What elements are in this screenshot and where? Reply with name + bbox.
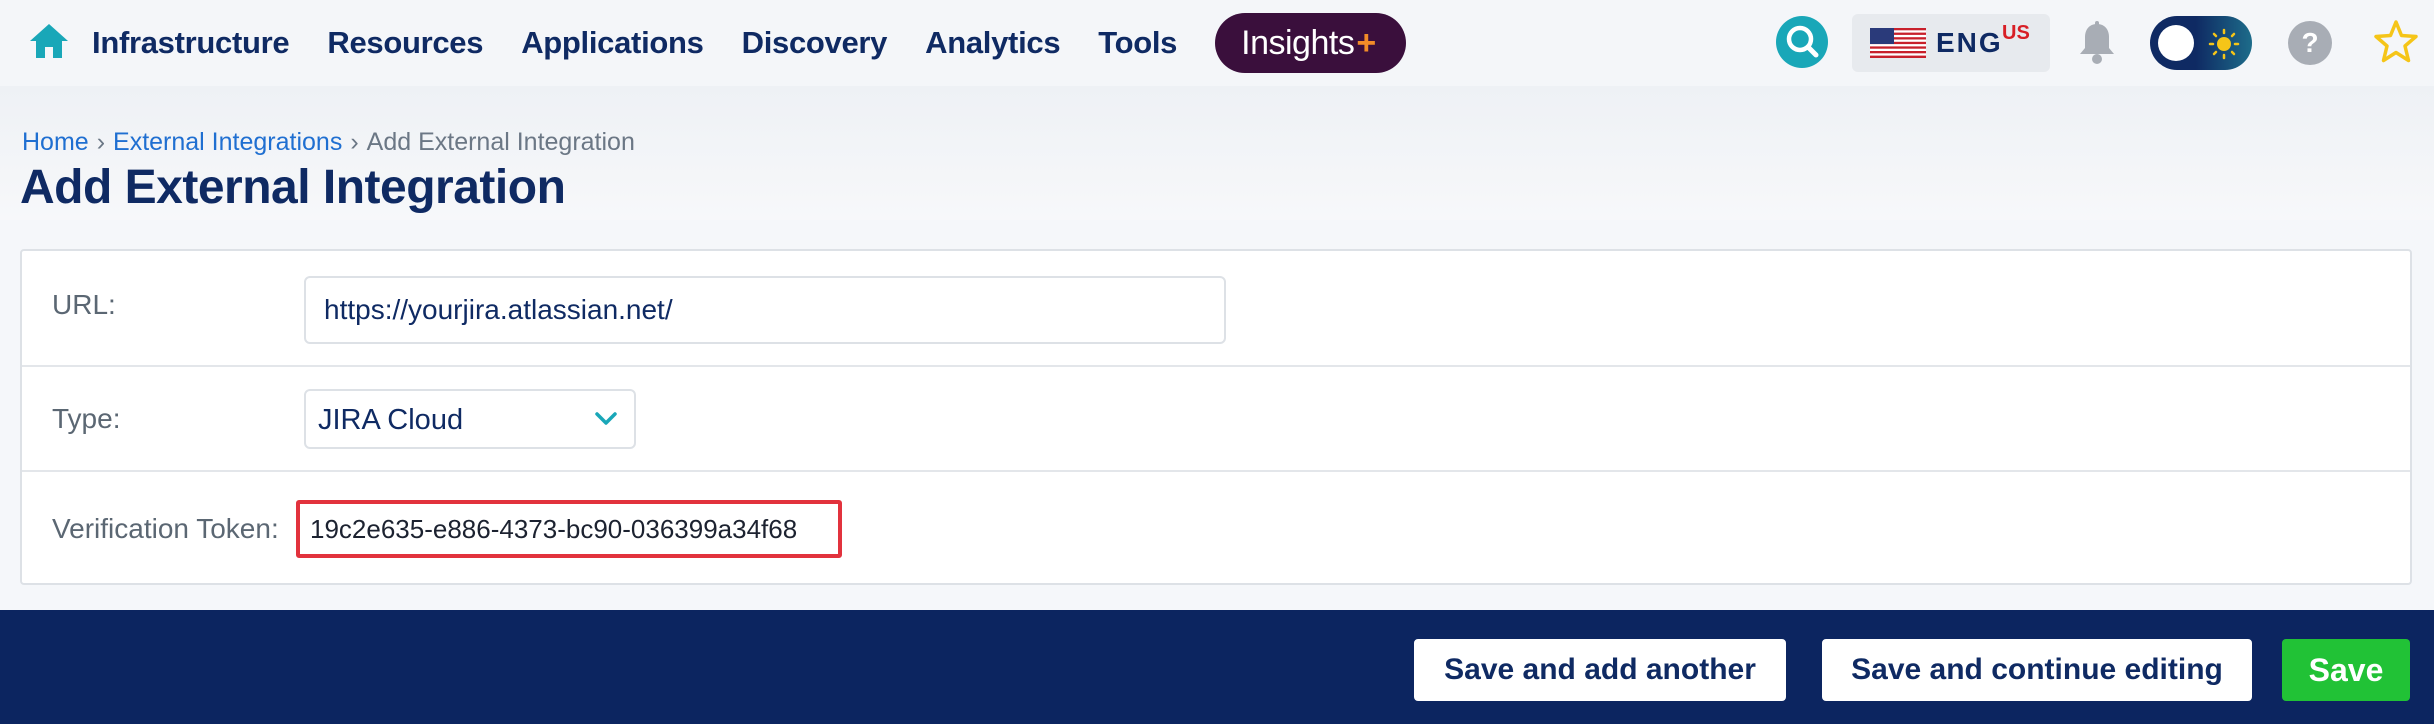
integration-form: URL: Type: JIRA Cloud Verification Token… xyxy=(20,249,2412,585)
breadcrumb-separator: › xyxy=(96,128,106,156)
us-flag-icon xyxy=(1870,28,1926,58)
main-menu: Infrastructure Resources Applications Di… xyxy=(92,0,1406,86)
sun-icon xyxy=(2208,28,2240,60)
url-label: URL: xyxy=(52,289,116,320)
type-select[interactable]: JIRA Cloud xyxy=(304,389,636,449)
verification-token-label: Verification Token: xyxy=(52,513,279,544)
help-icon[interactable]: ? xyxy=(2288,21,2332,65)
save-and-continue-button[interactable]: Save and continue editing xyxy=(1822,639,2252,701)
breadcrumb-external-integrations[interactable]: External Integrations xyxy=(113,128,342,156)
breadcrumb-current: Add External Integration xyxy=(366,128,635,156)
save-and-add-another-button[interactable]: Save and add another xyxy=(1414,639,1786,701)
nav-infrastructure[interactable]: Infrastructure xyxy=(92,25,290,61)
theme-toggle[interactable] xyxy=(2150,16,2252,70)
breadcrumb: Home › External Integrations › Add External … xyxy=(22,128,635,157)
nav-analytics[interactable]: Analytics xyxy=(925,25,1060,61)
chevron-down-icon xyxy=(595,412,617,425)
search-button[interactable] xyxy=(1776,16,1828,68)
star-icon[interactable] xyxy=(2372,18,2420,66)
nav-applications[interactable]: Applications xyxy=(521,25,704,61)
insights-plus-mark: + xyxy=(1356,23,1376,62)
breadcrumb-separator: › xyxy=(350,128,359,156)
breadcrumb-home[interactable]: Home xyxy=(22,128,89,156)
bell-icon[interactable] xyxy=(2076,20,2118,66)
type-label: Type: xyxy=(52,403,121,434)
form-row-verification-token: Verification Token: 19c2e635-e886-4373-b… xyxy=(22,472,2410,585)
type-selected-value: JIRA Cloud xyxy=(318,404,464,436)
page-title: Add External Integration xyxy=(20,161,566,214)
home-icon[interactable] xyxy=(28,22,70,60)
nav-tools[interactable]: Tools xyxy=(1098,25,1177,61)
form-row-url: URL: xyxy=(22,251,2410,367)
url-input[interactable] xyxy=(304,276,1226,344)
verification-token-value: 19c2e635-e886-4373-bc90-036399a34f68 xyxy=(296,500,842,558)
language-selector[interactable]: ENG US xyxy=(1852,14,2050,72)
nav-resources[interactable]: Resources xyxy=(327,25,483,61)
insights-label: Insights xyxy=(1241,23,1355,62)
submit-row: Save and add another Save and continue e… xyxy=(0,610,2434,724)
save-button[interactable]: Save xyxy=(2282,639,2410,701)
language-code: ENG xyxy=(1936,27,2003,58)
search-icon xyxy=(1786,25,1819,58)
language-region: US xyxy=(2002,22,2030,44)
nav-discovery[interactable]: Discovery xyxy=(742,25,888,61)
insights-button[interactable]: Insights + xyxy=(1215,13,1406,73)
top-navigation: Infrastructure Resources Applications Di… xyxy=(0,0,2434,86)
form-row-type: Type: JIRA Cloud xyxy=(22,367,2410,472)
toggle-knob xyxy=(2158,25,2194,61)
